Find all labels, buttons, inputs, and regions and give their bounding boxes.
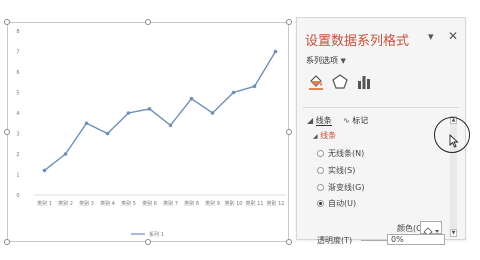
y-tick-label: 5 xyxy=(16,91,19,97)
resize-handle-top-middle[interactable] xyxy=(145,19,151,25)
marker-line-icon: ∿ xyxy=(343,116,350,125)
collapse-triangle-icon: ◢ xyxy=(313,133,318,140)
transparency-slider[interactable] xyxy=(361,240,389,241)
tab-line[interactable]: ◢ 线条 xyxy=(307,115,332,126)
line-section-title: 线条 xyxy=(320,131,337,140)
series-options-label: 系列选项 xyxy=(306,56,338,65)
line-section-header[interactable]: ◢ 线条 xyxy=(313,130,336,141)
series-options-dropdown[interactable]: 系列选项 ▼ xyxy=(306,55,346,66)
data-point xyxy=(63,152,68,156)
close-icon[interactable]: ✕ xyxy=(448,29,458,43)
x-tick-label: 类别 1 xyxy=(37,200,52,207)
scroll-down-arrow-icon[interactable]: ▼ xyxy=(450,229,457,237)
resize-handle-bottom-left[interactable] xyxy=(4,239,10,245)
radio-label: 自动(U) xyxy=(328,199,357,208)
x-tick-label: 类别 7 xyxy=(163,200,178,207)
data-point xyxy=(210,111,215,115)
x-tick-label: 类别 6 xyxy=(142,200,157,207)
radio-button[interactable] xyxy=(317,200,324,207)
radio-button[interactable] xyxy=(317,184,324,191)
data-point xyxy=(273,49,278,54)
radio-no-line[interactable]: 无线条(N) xyxy=(317,148,364,159)
data-point xyxy=(252,84,257,89)
x-tick-label: 类别 5 xyxy=(121,200,136,207)
resize-handle-top-left[interactable] xyxy=(4,19,10,25)
y-tick-label: 2 xyxy=(16,152,19,158)
chevron-down-icon: ▼ xyxy=(340,57,346,65)
radio-label: 无线条(N) xyxy=(328,149,365,158)
line-chart[interactable]: 0 1 2 3 4 5 6 7 8 类别 1 类别 2 类别 3 类别 4 类别 5 类别 6 类别 7 类别 … xyxy=(8,23,290,243)
data-point xyxy=(147,107,152,111)
fill-line-icon: ◢ xyxy=(307,116,314,125)
fill-line-icon[interactable] xyxy=(307,73,325,91)
data-point xyxy=(168,123,173,128)
y-tick-label: 8 xyxy=(16,29,19,35)
y-tick-label: 7 xyxy=(16,50,19,56)
y-tick-label: 6 xyxy=(16,70,19,76)
resize-handle-middle-left[interactable] xyxy=(4,129,10,135)
x-tick-label: 类别 12 xyxy=(267,200,285,207)
radio-automatic[interactable]: 自动(U) xyxy=(317,198,356,209)
tab-marker[interactable]: ∿ 标记 xyxy=(343,115,368,126)
radio-label: 渐变线(G) xyxy=(328,183,365,192)
y-tick-label: 1 xyxy=(16,173,19,179)
transparency-label: 透明度(T) xyxy=(317,236,353,245)
tab-line-label: 线条 xyxy=(315,116,332,126)
resize-handle-bottom-middle[interactable] xyxy=(145,239,151,245)
data-point xyxy=(42,168,47,173)
radio-button[interactable] xyxy=(317,167,324,174)
pane-divider xyxy=(303,107,459,108)
resize-handle-bottom-right[interactable] xyxy=(286,239,292,245)
x-tick-label: 类别 9 xyxy=(205,200,220,207)
radio-solid-line[interactable]: 实线(S) xyxy=(317,165,355,176)
x-tick-label: 类别 3 xyxy=(79,200,94,207)
tab-marker-label: 标记 xyxy=(352,116,369,125)
transparency-input[interactable]: 0% xyxy=(387,234,445,245)
y-tick-label: 4 xyxy=(16,111,19,117)
chevron-down-icon[interactable]: ▾ xyxy=(428,30,434,43)
data-point xyxy=(84,121,89,126)
x-tick-label: 类别 2 xyxy=(58,200,73,207)
series-options-bars-icon[interactable] xyxy=(355,73,373,91)
x-tick-label: 类别 10 xyxy=(225,200,243,207)
series-line xyxy=(44,51,277,171)
radio-button[interactable] xyxy=(317,150,324,157)
resize-handle-middle-right[interactable] xyxy=(286,129,292,135)
mouse-pointer-icon xyxy=(449,134,459,148)
x-tick-label: 类别 11 xyxy=(246,200,264,207)
pane-title: 设置数据系列格式 xyxy=(305,34,410,49)
y-tick-label: 3 xyxy=(16,132,19,138)
effects-pentagon-icon[interactable] xyxy=(331,73,349,91)
radio-gradient-line[interactable]: 渐变线(G) xyxy=(317,182,364,193)
data-point xyxy=(105,131,110,136)
chart-area[interactable]: 0 1 2 3 4 5 6 7 8 类别 1 类别 2 类别 3 类别 4 类别 5 类别 6 类别 7 类别 … xyxy=(7,22,289,242)
data-point xyxy=(189,96,194,101)
x-tick-label: 类别 4 xyxy=(100,200,115,207)
legend-label: 系列 1 xyxy=(149,231,164,238)
data-point xyxy=(126,111,131,115)
x-tick-label: 类别 8 xyxy=(184,200,199,207)
data-point xyxy=(231,90,236,95)
line-color-picker[interactable] xyxy=(420,221,442,237)
radio-label: 实线(S) xyxy=(328,166,356,175)
y-tick-label: 0 xyxy=(16,193,19,199)
resize-handle-top-right[interactable] xyxy=(286,19,292,25)
